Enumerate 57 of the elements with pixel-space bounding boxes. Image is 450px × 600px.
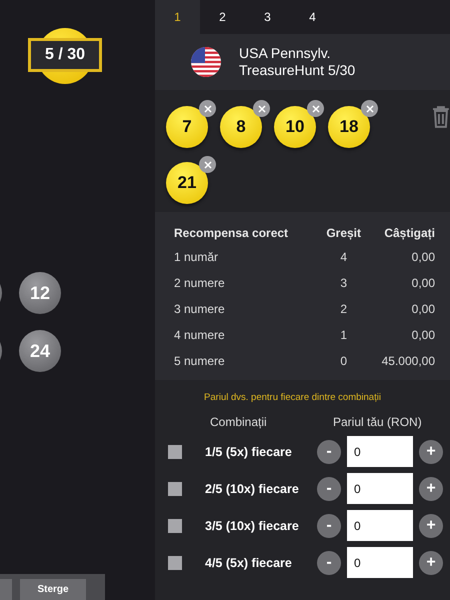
table-cell-text: 3 (339, 275, 348, 292)
plus-button[interactable]: + (419, 476, 443, 500)
table-cell-text: 4 (339, 249, 348, 266)
table-cell-text: 0,00 (410, 301, 435, 318)
tab[interactable]: 2 (200, 0, 245, 34)
game-title: USA Pennsylv. TreasureHunt 5/30 (239, 45, 356, 79)
table-cell-text: 2 (339, 301, 348, 318)
column-header: Recompensa corect (174, 225, 290, 242)
checkbox[interactable] (168, 556, 182, 570)
checkbox[interactable] (168, 518, 182, 532)
bet-note: Pariul dvs. pentru fiecare dintre combinații (203, 392, 382, 403)
table-cell-text: 1 (339, 327, 348, 344)
close-icon[interactable] (199, 100, 216, 117)
minus-button[interactable]: - (317, 440, 341, 464)
column-header: Câștigați (383, 225, 435, 242)
bet-input[interactable]: 0 (347, 510, 413, 541)
trash-icon[interactable] (432, 106, 450, 128)
table-cell-text: 1 număr (174, 249, 220, 266)
minus-button[interactable]: - (317, 514, 341, 538)
column-header: Combinații (210, 415, 268, 429)
checkbox[interactable] (168, 482, 182, 496)
plus-button[interactable]: + (419, 550, 443, 574)
pick-counter: 5 / 30 (28, 38, 102, 72)
number-ball[interactable]: 24 (19, 330, 61, 372)
close-icon[interactable] (361, 100, 378, 117)
table-cell-text: 2 numere (174, 275, 226, 292)
plus-button[interactable]: + (419, 440, 443, 464)
combination-label: 3/5 (10x) fiecare (205, 518, 300, 532)
combination-label: 1/5 (5x) fiecare (205, 444, 293, 458)
plus-button[interactable]: + (419, 514, 443, 538)
flag-icon (191, 47, 221, 77)
checkbox[interactable] (168, 444, 182, 458)
table-cell-text: 4 numere (174, 327, 226, 344)
table-cell-text: 0 (339, 353, 348, 370)
delete-button[interactable]: Sterge (20, 579, 86, 600)
number-ball[interactable]: 12 (19, 272, 61, 314)
table-cell-text: 0,00 (410, 327, 435, 344)
table-cell-text: 0,00 (410, 249, 435, 266)
table-cell-text: 5 numere (174, 353, 226, 370)
close-icon[interactable] (253, 100, 270, 117)
close-icon[interactable] (199, 156, 216, 173)
column-header: Greșit (325, 225, 362, 242)
combination-label: 4/5 (5x) fiecare (205, 556, 293, 570)
table-cell-text: 45.000,00 (380, 353, 435, 370)
bet-input[interactable]: 0 (347, 436, 413, 467)
column-header: Pariul tău (RON) (333, 415, 422, 429)
combination-label: 2/5 (10x) fiecare (205, 482, 300, 496)
tab[interactable]: 4 (290, 0, 335, 34)
tab[interactable]: 3 (245, 0, 290, 34)
bet-input[interactable]: 0 (347, 473, 413, 504)
tab[interactable]: 1 (155, 0, 200, 34)
table-cell-text: 3 numere (174, 301, 226, 318)
table-cell-text: 0,00 (410, 275, 435, 292)
bet-input[interactable]: 0 (347, 547, 413, 578)
minus-button[interactable]: - (317, 476, 341, 500)
close-icon[interactable] (307, 100, 324, 117)
minus-button[interactable]: - (317, 550, 341, 574)
